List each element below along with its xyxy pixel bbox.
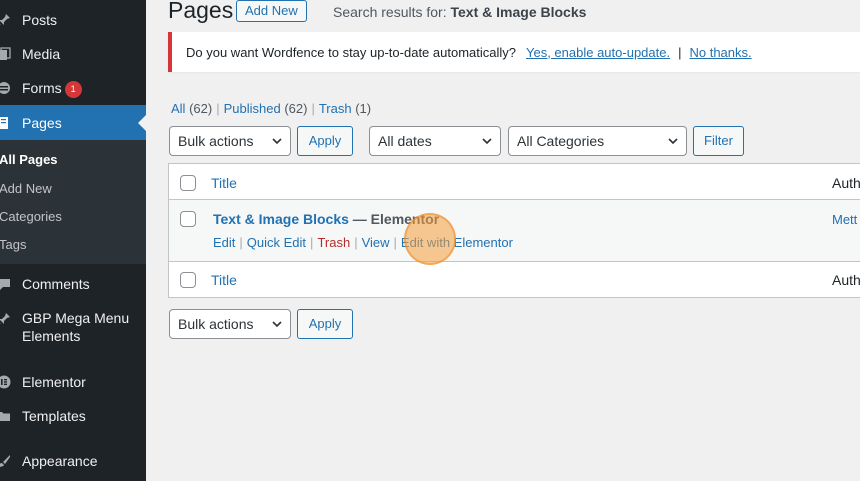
view-filters: All (62) | Published (62) | Trash (1) [171, 101, 371, 116]
pin-icon [0, 311, 12, 327]
table-row: Text & Image Blocks — Elementor Edit | Qui… [169, 200, 860, 261]
separator: | [216, 101, 220, 116]
submenu-item-add-new[interactable]: Add New [0, 181, 52, 197]
row-title-link[interactable]: Text & Image Blocks [213, 211, 349, 227]
trash-link[interactable]: Trash [317, 235, 350, 250]
sidebar-item-comments[interactable]: Comments [0, 274, 146, 294]
dates-select[interactable]: All dates [369, 126, 501, 156]
sidebar-item-label: Elements [22, 328, 81, 344]
sidebar-item-forms[interactable]: Forms 1 [0, 78, 146, 98]
sidebar-item-templates[interactable]: Templates [0, 406, 146, 426]
pages-icon [0, 115, 12, 131]
view-link[interactable]: View [362, 235, 390, 250]
view-trash-count: (1) [355, 101, 372, 116]
notification-badge: 1 [64, 80, 82, 98]
comments-icon [0, 276, 12, 292]
row-checkbox[interactable] [180, 211, 196, 227]
submenu-item-all-pages[interactable]: All Pages [0, 152, 58, 168]
select-all-checkbox[interactable] [180, 175, 196, 191]
page-title: Pages [168, 0, 234, 23]
elementor-icon [0, 374, 12, 390]
sidebar-item-label: Posts [22, 12, 58, 28]
select-value: All Categories [517, 133, 605, 149]
view-all-link[interactable]: All (62) [171, 101, 212, 116]
view-trash-label: Trash [318, 101, 352, 116]
sidebar-item-gbp-mega-menu[interactable]: GBP Mega Menu Elements [0, 308, 146, 346]
view-all-count: (62) [189, 101, 213, 116]
admin-sidebar: Posts Media Forms 1 Pages All Pages Add N… [0, 0, 146, 481]
bulk-actions-select-top[interactable]: Bulk actions [169, 126, 291, 156]
separator: | [310, 235, 314, 250]
separator: | [354, 235, 358, 250]
sidebar-item-pages[interactable]: Pages [0, 105, 146, 140]
sidebar-item-elementor[interactable]: Elementor [0, 372, 146, 392]
edit-link[interactable]: Edit [213, 235, 235, 250]
folder-icon [0, 408, 12, 424]
wordfence-notice: Do you want Wordfence to stay up-to-date… [168, 32, 860, 72]
brush-icon [0, 453, 12, 469]
sidebar-item-label: GBP Mega Menu [22, 310, 130, 326]
chevron-down-icon [668, 138, 678, 145]
sidebar-item-label: Pages [22, 114, 62, 131]
main-content: Pages Add New Search results for: Text &… [146, 0, 860, 481]
quick-edit-link[interactable]: Quick Edit [247, 235, 306, 250]
column-author: Auth [832, 175, 860, 191]
forms-icon [0, 80, 12, 96]
sidebar-item-label: Appearance [22, 453, 98, 469]
notice-separator: | [678, 44, 682, 60]
enable-auto-update-link[interactable]: Yes, enable auto-update. [526, 45, 670, 60]
select-all-checkbox[interactable] [180, 272, 196, 288]
media-icon [0, 46, 12, 62]
chevron-down-icon [272, 138, 282, 145]
column-author: Auth [832, 272, 860, 288]
sidebar-item-label: Elementor [22, 374, 86, 390]
view-trash-link[interactable]: Trash (1) [319, 101, 371, 116]
view-published-link[interactable]: Published (62) [224, 101, 308, 116]
sidebar-item-label: Forms [22, 79, 62, 96]
column-title-sort-link[interactable]: Title [211, 175, 237, 191]
submenu-item-tags[interactable]: Tags [0, 237, 26, 253]
bulk-actions-select-bottom[interactable]: Bulk actions [169, 309, 291, 339]
row-author-link[interactable]: Mett [832, 212, 857, 227]
table-footer: Title Auth [169, 261, 860, 297]
pages-submenu: All Pages Add New Categories Tags [0, 140, 146, 264]
pages-table: Title Auth Text & Image Blocks — Element… [168, 163, 860, 298]
apply-button-top[interactable]: Apply [297, 126, 353, 156]
table-header: Title Auth [169, 164, 860, 200]
separator: | [239, 235, 243, 250]
sidebar-item-label: Media [22, 46, 61, 62]
separator: | [311, 101, 315, 116]
select-value: Bulk actions [178, 133, 254, 149]
view-published-label: Published [223, 101, 281, 116]
notice-text: Do you want Wordfence to stay up-to-date… [186, 44, 516, 60]
sidebar-item-appearance[interactable]: Appearance [0, 451, 146, 471]
filter-button[interactable]: Filter [693, 126, 744, 156]
column-title-sort-link[interactable]: Title [211, 272, 237, 288]
row-actions: Edit | Quick Edit | Trash | View | Edit with Ele… [213, 235, 513, 250]
apply-button-bottom[interactable]: Apply [297, 309, 353, 339]
view-published-count: (62) [284, 101, 308, 116]
sidebar-item-label: Templates [22, 408, 86, 424]
sidebar-item-media[interactable]: Media [0, 44, 146, 64]
no-thanks-link[interactable]: No thanks. [689, 45, 751, 60]
sidebar-item-label: Comments [22, 276, 90, 292]
chevron-down-icon [272, 321, 282, 328]
categories-select[interactable]: All Categories [508, 126, 687, 156]
search-term: Text & Image Blocks [450, 4, 587, 20]
select-value: Bulk actions [178, 316, 254, 332]
submenu-item-categories[interactable]: Categories [0, 209, 62, 225]
sidebar-item-posts[interactable]: Posts [0, 10, 146, 30]
add-new-button[interactable]: Add New [236, 0, 307, 22]
view-all-label: All [171, 101, 186, 116]
separator: | [393, 235, 397, 250]
chevron-down-icon [482, 138, 492, 145]
search-results-subtitle: Search results for: Text & Image Blocks [333, 4, 586, 20]
select-value: All dates [378, 133, 432, 149]
pin-icon [0, 12, 12, 28]
click-indicator [404, 213, 456, 265]
search-prefix: Search results for: [333, 4, 451, 20]
